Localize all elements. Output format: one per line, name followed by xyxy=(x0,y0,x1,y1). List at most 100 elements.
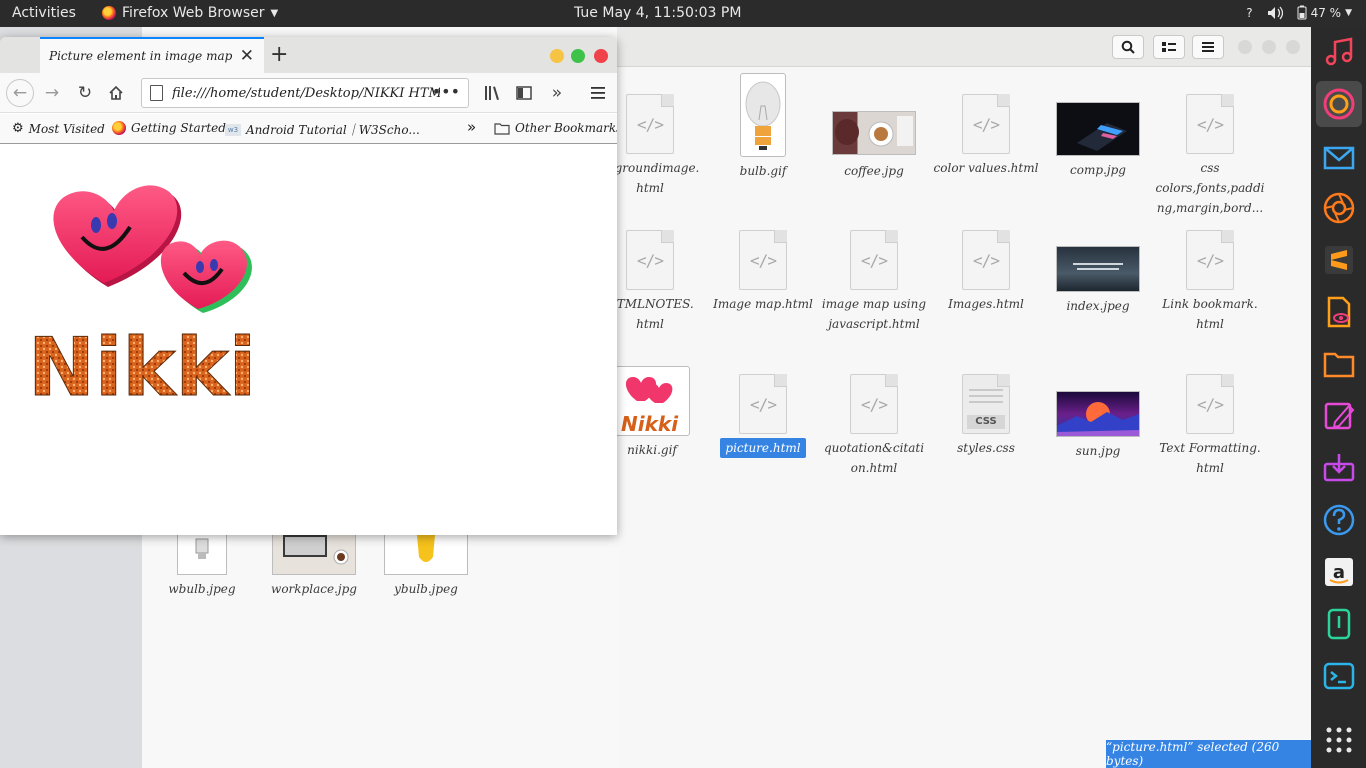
file-item[interactable]: index.jpeg xyxy=(1042,246,1154,316)
back-button[interactable]: ← xyxy=(6,79,34,107)
file-label: ybulb.jpeg xyxy=(394,582,458,596)
search-button[interactable] xyxy=(1112,35,1144,59)
forward-button[interactable]: → xyxy=(40,81,64,105)
dock-sublime[interactable] xyxy=(1316,237,1362,283)
file-item[interactable]: </> Images.html xyxy=(930,230,1042,314)
dock-software-updater[interactable] xyxy=(1316,445,1362,491)
file-item[interactable]: comp.jpg xyxy=(1042,102,1154,180)
folder-icon xyxy=(1323,352,1355,378)
bookmarks-toolbar: ⚙ Most Visited Getting Started w3 Androi… xyxy=(0,114,617,144)
hamburger-icon xyxy=(591,87,605,99)
library-icon xyxy=(485,86,499,100)
url-bar[interactable]: file:///home/student/Desktop/NIKKI HTML/… xyxy=(141,78,469,108)
file-label: quotation&citati on.html xyxy=(823,441,925,475)
nikki-gif-thumbnail: Nikki xyxy=(614,366,690,436)
file-label: coffee.jpg xyxy=(844,164,904,178)
library-button[interactable] xyxy=(481,81,505,105)
bookmark-most-visited[interactable]: ⚙ Most Visited xyxy=(12,121,105,136)
html-file-icon: </> xyxy=(1186,230,1234,290)
file-item[interactable]: CSS styles.css xyxy=(930,374,1042,458)
html-file-icon: </> xyxy=(1186,374,1234,434)
file-item-selected[interactable]: </> picture.html xyxy=(707,374,819,458)
file-item[interactable]: ybulb.jpeg xyxy=(370,535,482,599)
file-label: picture.html xyxy=(720,438,806,458)
activities-button[interactable]: Activities xyxy=(12,5,76,21)
nikki-image[interactable]: Nikki xyxy=(24,155,314,415)
dock-document-viewer[interactable] xyxy=(1316,289,1362,335)
css-file-icon: CSS xyxy=(962,374,1010,434)
volume-icon[interactable] xyxy=(1267,6,1283,20)
file-label: image map using javascript.html xyxy=(821,297,927,331)
file-item[interactable]: </> image map using javascript.html xyxy=(818,230,930,334)
home-button[interactable] xyxy=(104,81,128,105)
dock-terminal[interactable] xyxy=(1316,653,1362,699)
file-label: Link bookmark. html xyxy=(1162,297,1258,331)
bulb-thumbnail xyxy=(740,73,786,157)
minimize-button[interactable] xyxy=(1238,40,1252,54)
reload-button[interactable]: ↻ xyxy=(73,81,97,105)
file-item[interactable]: bulb.gif xyxy=(707,73,819,181)
other-bookmarks-folder[interactable]: Other Bookmarks xyxy=(494,121,617,135)
nav-toolbar: ← → ↻ file:///home/student/Desktop/NIKKI… xyxy=(0,73,617,113)
page-actions-icon[interactable]: ••• xyxy=(432,82,460,101)
comp-thumbnail xyxy=(1056,102,1140,156)
file-label: wbulb.jpeg xyxy=(168,582,236,596)
sidebar-button[interactable] xyxy=(512,81,536,105)
url-text[interactable]: file:///home/student/Desktop/NIKKI HTML/… xyxy=(172,86,440,101)
bookmark-label: Other Bookmarks xyxy=(515,121,617,135)
dock-firefox[interactable] xyxy=(1316,81,1362,127)
sublime-icon xyxy=(1325,246,1353,274)
dock-help[interactable] xyxy=(1316,497,1362,543)
system-tray[interactable]: ? 47 % ▼ xyxy=(1246,5,1352,20)
file-label: color values.html xyxy=(933,161,1039,175)
tab-picture-element[interactable]: Picture element in image map ✕ xyxy=(40,37,264,73)
firefox-window[interactable]: Picture element in image map ✕ + ← → ↻ f… xyxy=(0,37,617,535)
minimize-button[interactable] xyxy=(550,49,564,63)
file-item[interactable]: </> quotation&citati on.html xyxy=(818,374,930,478)
file-item[interactable]: </> Text Formatting. html xyxy=(1154,374,1266,478)
dock-text-editor[interactable] xyxy=(1316,393,1362,439)
more-bookmarks-button[interactable]: » xyxy=(467,118,476,136)
document-viewer-icon xyxy=(1327,296,1351,328)
gear-icon: ⚙ xyxy=(12,121,24,136)
file-item[interactable]: workplace.jpg xyxy=(258,535,370,599)
maximize-button[interactable] xyxy=(571,49,585,63)
show-applications-button[interactable] xyxy=(1316,717,1362,763)
css-badge: CSS xyxy=(967,415,1005,429)
menu-button[interactable] xyxy=(1192,35,1224,59)
file-item[interactable]: wbulb.jpeg xyxy=(146,535,258,599)
bookmark-getting-started[interactable]: Getting Started xyxy=(112,121,226,135)
file-item[interactable]: coffee.jpg xyxy=(818,111,930,181)
dock-shotwell[interactable] xyxy=(1316,185,1362,231)
file-item[interactable]: </> Image map.html xyxy=(707,230,819,314)
dock-mail[interactable] xyxy=(1316,135,1362,181)
dock-amazon[interactable]: a xyxy=(1316,549,1362,595)
battery-indicator[interactable]: 47 % ▼ xyxy=(1297,5,1352,20)
file-item[interactable]: </> css colors,fonts,paddi ng,margin,bor… xyxy=(1154,94,1266,218)
open-menu-button[interactable] xyxy=(586,81,610,105)
overflow-menu-button[interactable]: » xyxy=(545,81,569,105)
maximize-button[interactable] xyxy=(1262,40,1276,54)
html-file-icon: </> xyxy=(850,230,898,290)
clock[interactable]: Tue May 4, 11:50:03 PM xyxy=(574,5,741,21)
folder-icon xyxy=(494,122,510,135)
dock-files[interactable] xyxy=(1316,341,1362,387)
w3schools-icon: w3 xyxy=(225,123,241,136)
file-item[interactable]: </> Link bookmark. html xyxy=(1154,230,1266,334)
app-menu[interactable]: Firefox Web Browser ▼ xyxy=(102,5,278,21)
help-icon[interactable]: ? xyxy=(1246,6,1252,20)
close-button[interactable] xyxy=(1286,40,1300,54)
firefox-icon xyxy=(102,6,116,20)
file-label: Images.html xyxy=(948,297,1024,311)
new-tab-button[interactable]: + xyxy=(270,42,288,67)
file-item[interactable]: sun.jpg xyxy=(1042,391,1154,461)
bookmark-label: Android Tutorial｜W3Scho... xyxy=(246,123,420,137)
bookmark-android-tutorial[interactable]: w3 Android Tutorial｜W3Scho... xyxy=(225,121,420,138)
view-toggle-button[interactable] xyxy=(1153,35,1185,59)
dock-music[interactable] xyxy=(1316,29,1362,75)
list-view-icon xyxy=(1162,42,1176,52)
file-item[interactable]: </> color values.html xyxy=(930,94,1042,178)
dock-device[interactable] xyxy=(1316,601,1362,647)
close-window-button[interactable] xyxy=(594,49,608,63)
close-tab-icon[interactable]: ✕ xyxy=(240,46,254,66)
